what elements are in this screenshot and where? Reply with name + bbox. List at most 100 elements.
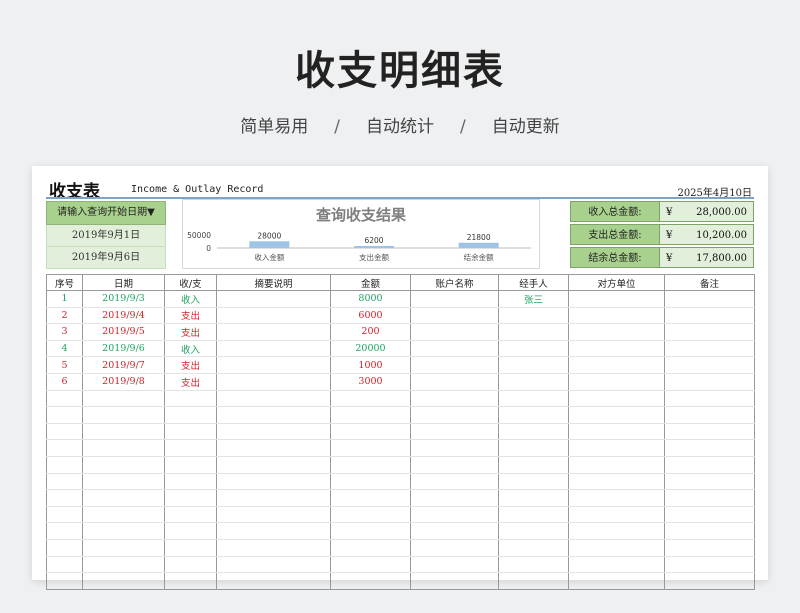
cell-note[interactable] xyxy=(664,290,755,308)
cell-type[interactable] xyxy=(164,539,217,557)
cell-summary[interactable] xyxy=(216,307,331,325)
cell-handler[interactable] xyxy=(498,556,569,574)
cell-handler[interactable] xyxy=(498,572,569,590)
cell-account[interactable] xyxy=(410,373,499,391)
col-header-date[interactable]: 日期 xyxy=(82,274,165,291)
cell-party[interactable] xyxy=(568,489,665,507)
cell-note[interactable] xyxy=(664,506,755,524)
cell-account[interactable] xyxy=(410,290,499,308)
cell-date[interactable]: 2019/9/8 xyxy=(82,373,165,391)
cell-party[interactable] xyxy=(568,423,665,441)
cell-handler[interactable] xyxy=(498,489,569,507)
cell-amount[interactable] xyxy=(330,506,411,524)
cell-type[interactable] xyxy=(164,473,217,491)
cell-handler[interactable] xyxy=(498,373,569,391)
cell-summary[interactable] xyxy=(216,489,331,507)
cell-party[interactable] xyxy=(568,390,665,408)
cell-no[interactable] xyxy=(46,489,83,507)
cell-amount[interactable] xyxy=(330,489,411,507)
cell-date[interactable] xyxy=(82,406,165,424)
cell-account[interactable] xyxy=(410,489,499,507)
cell-date[interactable] xyxy=(82,572,165,590)
cell-amount[interactable]: 8000 xyxy=(330,290,411,308)
cell-account[interactable] xyxy=(410,473,499,491)
cell-handler[interactable] xyxy=(498,423,569,441)
cell-no[interactable] xyxy=(46,456,83,474)
cell-amount[interactable] xyxy=(330,423,411,441)
cell-no[interactable] xyxy=(46,522,83,540)
chart-bar[interactable] xyxy=(249,241,290,248)
cell-note[interactable] xyxy=(664,489,755,507)
cell-account[interactable] xyxy=(410,340,499,358)
cell-handler[interactable] xyxy=(498,307,569,325)
cell-amount[interactable]: 20000 xyxy=(330,340,411,358)
cell-no[interactable]: 4 xyxy=(46,340,83,358)
cell-no[interactable] xyxy=(46,423,83,441)
cell-account[interactable] xyxy=(410,506,499,524)
cell-date[interactable]: 2019/9/6 xyxy=(82,340,165,358)
cell-amount[interactable] xyxy=(330,556,411,574)
cell-amount[interactable] xyxy=(330,522,411,540)
cell-type[interactable] xyxy=(164,456,217,474)
cell-account[interactable] xyxy=(410,356,499,374)
cell-date[interactable] xyxy=(82,522,165,540)
cell-summary[interactable] xyxy=(216,406,331,424)
cell-no[interactable] xyxy=(46,556,83,574)
cell-party[interactable] xyxy=(568,506,665,524)
cell-date[interactable] xyxy=(82,423,165,441)
cell-summary[interactable] xyxy=(216,423,331,441)
cell-amount[interactable]: 3000 xyxy=(330,373,411,391)
cell-party[interactable] xyxy=(568,373,665,391)
cell-amount[interactable]: 6000 xyxy=(330,307,411,325)
cell-no[interactable]: 3 xyxy=(46,323,83,341)
cell-party[interactable] xyxy=(568,340,665,358)
cell-type[interactable] xyxy=(164,506,217,524)
cell-summary[interactable] xyxy=(216,323,331,341)
cell-account[interactable] xyxy=(410,406,499,424)
cell-account[interactable] xyxy=(410,556,499,574)
cell-party[interactable] xyxy=(568,522,665,540)
cell-amount[interactable]: 200 xyxy=(330,323,411,341)
cell-summary[interactable] xyxy=(216,522,331,540)
cell-handler[interactable] xyxy=(498,356,569,374)
cell-summary[interactable] xyxy=(216,539,331,557)
cell-type[interactable] xyxy=(164,572,217,590)
cell-date[interactable]: 2019/9/7 xyxy=(82,356,165,374)
cell-party[interactable] xyxy=(568,290,665,308)
cell-summary[interactable] xyxy=(216,290,331,308)
col-header-summary[interactable]: 摘要说明 xyxy=(216,274,331,291)
cell-type[interactable]: 支出 xyxy=(164,323,217,341)
cell-handler[interactable] xyxy=(498,323,569,341)
cell-date[interactable] xyxy=(82,556,165,574)
cell-note[interactable] xyxy=(664,356,755,374)
cell-handler[interactable] xyxy=(498,340,569,358)
cell-account[interactable] xyxy=(410,390,499,408)
cell-note[interactable] xyxy=(664,406,755,424)
cell-summary[interactable] xyxy=(216,572,331,590)
col-header-account[interactable]: 账户名称 xyxy=(410,274,499,291)
cell-type[interactable]: 支出 xyxy=(164,373,217,391)
cell-party[interactable] xyxy=(568,473,665,491)
cell-note[interactable] xyxy=(664,373,755,391)
cell-type[interactable] xyxy=(164,390,217,408)
cell-handler[interactable] xyxy=(498,390,569,408)
cell-summary[interactable] xyxy=(216,356,331,374)
cell-amount[interactable] xyxy=(330,473,411,491)
cell-date[interactable] xyxy=(82,390,165,408)
cell-note[interactable] xyxy=(664,340,755,358)
cell-date[interactable] xyxy=(82,473,165,491)
cell-party[interactable] xyxy=(568,456,665,474)
cell-account[interactable] xyxy=(410,323,499,341)
col-header-amount[interactable]: 金额 xyxy=(330,274,411,291)
cell-note[interactable] xyxy=(664,307,755,325)
cell-amount[interactable] xyxy=(330,456,411,474)
cell-party[interactable] xyxy=(568,406,665,424)
cell-account[interactable] xyxy=(410,307,499,325)
cell-note[interactable] xyxy=(664,456,755,474)
cell-date[interactable] xyxy=(82,506,165,524)
cell-handler[interactable] xyxy=(498,406,569,424)
cell-account[interactable] xyxy=(410,456,499,474)
query-start-date[interactable]: 2019年9月1日 xyxy=(46,225,166,247)
col-header-handler[interactable]: 经手人 xyxy=(498,274,569,291)
cell-summary[interactable] xyxy=(216,340,331,358)
